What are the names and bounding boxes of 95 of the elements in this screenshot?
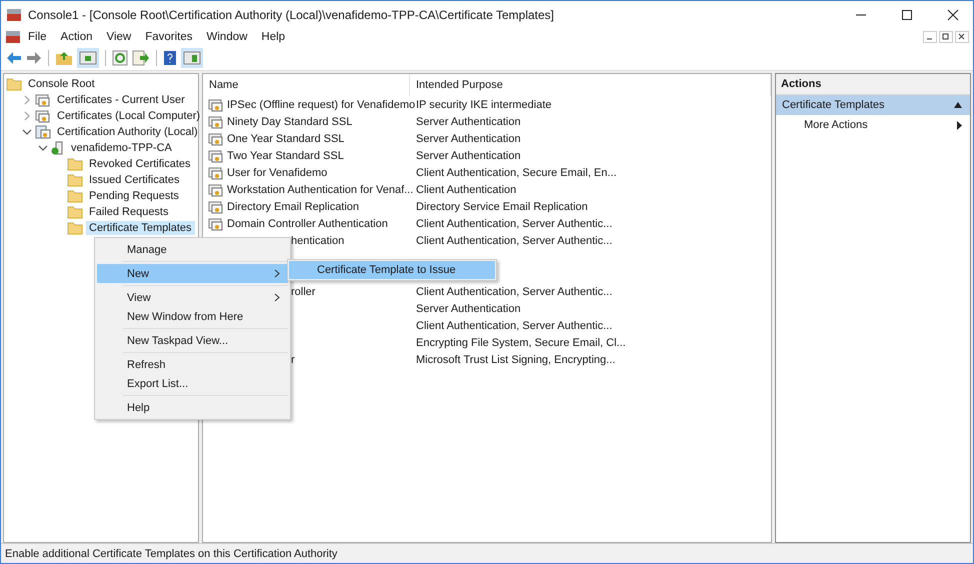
status-bar: Enable additional Certificate Templates on this Certification Authority xyxy=(1,543,973,563)
folder-icon xyxy=(67,189,83,203)
menu-item[interactable]: View xyxy=(100,31,138,43)
actions-section-header[interactable]: Certificate Templates xyxy=(776,95,970,115)
menu-item[interactable]: Refresh xyxy=(97,355,288,374)
table-cell: User for Venafidemo xyxy=(227,166,328,178)
table-cell: Server Authentication xyxy=(416,132,521,144)
menu-item[interactable]: New xyxy=(97,264,288,283)
table-cell: r xyxy=(291,354,295,366)
menu-item[interactable]: Action xyxy=(54,31,100,43)
collapse-chevron-icon[interactable] xyxy=(22,127,32,137)
close-icon[interactable] xyxy=(947,8,959,20)
table-cell: IPSec (Offline request) for Venafidemo xyxy=(227,98,416,110)
table-cell: Directory Email Replication xyxy=(227,200,360,212)
tree-item[interactable]: Revoked Certificates xyxy=(86,157,194,171)
certificate-icon xyxy=(208,114,224,128)
table-cell: hentication xyxy=(291,234,344,246)
folder-icon xyxy=(67,205,83,219)
expand-chevron-icon[interactable] xyxy=(22,111,32,121)
menu-item[interactable]: Favorites xyxy=(138,31,200,43)
menu-item[interactable]: New Window from Here xyxy=(97,307,288,326)
submenu-arrow-icon xyxy=(957,120,962,130)
window-title: Console1 - [Console Root\Certification Authority (Local)\venafidemo-TPP-CA\Certificate Templates] xyxy=(28,8,554,22)
certificate-authority-icon xyxy=(35,125,51,139)
table-cell: Server Authentication xyxy=(416,116,521,128)
table-cell: Client Authentication, Secure Email, En... xyxy=(416,166,617,178)
table-cell: Microsoft Trust List Signing, Encrypting... xyxy=(416,354,616,366)
collapse-chevron-icon[interactable] xyxy=(38,143,48,153)
certificate-icon xyxy=(208,132,224,146)
maximize-icon[interactable] xyxy=(901,8,913,20)
tree-item[interactable]: Certificate Templates xyxy=(86,221,195,235)
help-icon[interactable] xyxy=(163,50,177,66)
certificate-icon xyxy=(208,200,224,214)
menu-item[interactable]: File xyxy=(21,31,54,43)
action-pane-icon[interactable] xyxy=(181,48,203,68)
certificate-icon xyxy=(208,98,224,112)
certificate-icon xyxy=(208,166,224,180)
table-cell: Client Authentication, Server Authentic... xyxy=(416,286,612,298)
table-cell: Domain Controller Authentication xyxy=(227,218,388,230)
folder-icon xyxy=(67,221,83,235)
table-cell: Workstation Authentication for Venaf... xyxy=(227,184,414,196)
menu-item[interactable]: Manage xyxy=(97,240,288,259)
menu-item[interactable]: Help xyxy=(97,398,288,417)
forward-arrow-icon[interactable] xyxy=(26,51,42,65)
table-cell: Two Year Standard SSL xyxy=(227,150,344,162)
certificate-icon xyxy=(208,148,224,162)
app-icon xyxy=(5,30,21,44)
column-header[interactable]: Name xyxy=(203,74,410,96)
table-cell: Ninety Day Standard SSL xyxy=(227,116,352,128)
menu-item[interactable]: New Taskpad View... xyxy=(97,331,288,350)
expand-chevron-icon[interactable] xyxy=(22,95,32,105)
server-icon xyxy=(51,141,65,155)
menu-item[interactable]: Export List... xyxy=(97,374,288,393)
table-cell: Client Authentication, Server Authentic... xyxy=(416,320,612,332)
refresh-icon[interactable] xyxy=(112,50,128,66)
restore-icon[interactable] xyxy=(939,31,953,43)
export-icon[interactable] xyxy=(132,50,150,66)
table-cell: IP security IKE intermediate xyxy=(416,98,552,110)
table-cell: Server Authentication xyxy=(416,302,521,314)
table-cell: Encrypting File System, Secure Email, Cl... xyxy=(416,336,626,348)
console-tree-icon[interactable] xyxy=(77,48,99,68)
actions-title: Actions xyxy=(776,74,970,95)
tree-item[interactable]: Issued Certificates xyxy=(86,173,182,187)
app-icon xyxy=(6,8,22,22)
certificate-icon xyxy=(35,109,51,123)
column-header[interactable]: Intended Purpose xyxy=(410,74,771,96)
tree-item[interactable]: Failed Requests xyxy=(86,205,172,219)
tree-item[interactable]: venafidemo-TPP-CA xyxy=(68,141,175,155)
tree-item[interactable]: Console Root xyxy=(25,77,98,91)
certificate-icon xyxy=(208,182,224,196)
table-cell: Client Authentication xyxy=(416,184,516,196)
table-cell: Client Authentication, Server Authentic... xyxy=(416,234,612,246)
collapse-triangle-icon xyxy=(954,102,962,108)
menu-item[interactable]: Certificate Template to Issue xyxy=(289,261,495,279)
folder-icon xyxy=(6,77,22,91)
table-cell: roller xyxy=(291,286,316,298)
folder-up-icon[interactable] xyxy=(55,50,73,66)
minimize-icon[interactable] xyxy=(923,31,937,43)
action-link[interactable]: More Actions xyxy=(776,115,970,135)
certificate-icon xyxy=(208,216,224,230)
table-cell: Client Authentication, Server Authentic... xyxy=(416,218,612,230)
back-arrow-icon[interactable] xyxy=(6,51,22,65)
menu-item[interactable]: View xyxy=(97,288,288,307)
tree-item[interactable]: Certificates (Local Computer) xyxy=(54,109,204,123)
folder-icon xyxy=(67,173,83,187)
table-cell: One Year Standard SSL xyxy=(227,132,344,144)
folder-icon xyxy=(67,157,83,171)
table-cell: Server Authentication xyxy=(416,150,521,162)
table-cell: Directory Service Email Replication xyxy=(416,200,588,212)
tree-item[interactable]: Pending Requests xyxy=(86,189,182,203)
menu-item[interactable]: Help xyxy=(254,31,292,43)
certificate-icon xyxy=(35,93,51,107)
tree-item[interactable]: Certificates - Current User xyxy=(54,93,188,107)
tree-item[interactable]: Certification Authority (Local) xyxy=(54,125,201,139)
menu-item[interactable]: Window xyxy=(200,31,254,43)
